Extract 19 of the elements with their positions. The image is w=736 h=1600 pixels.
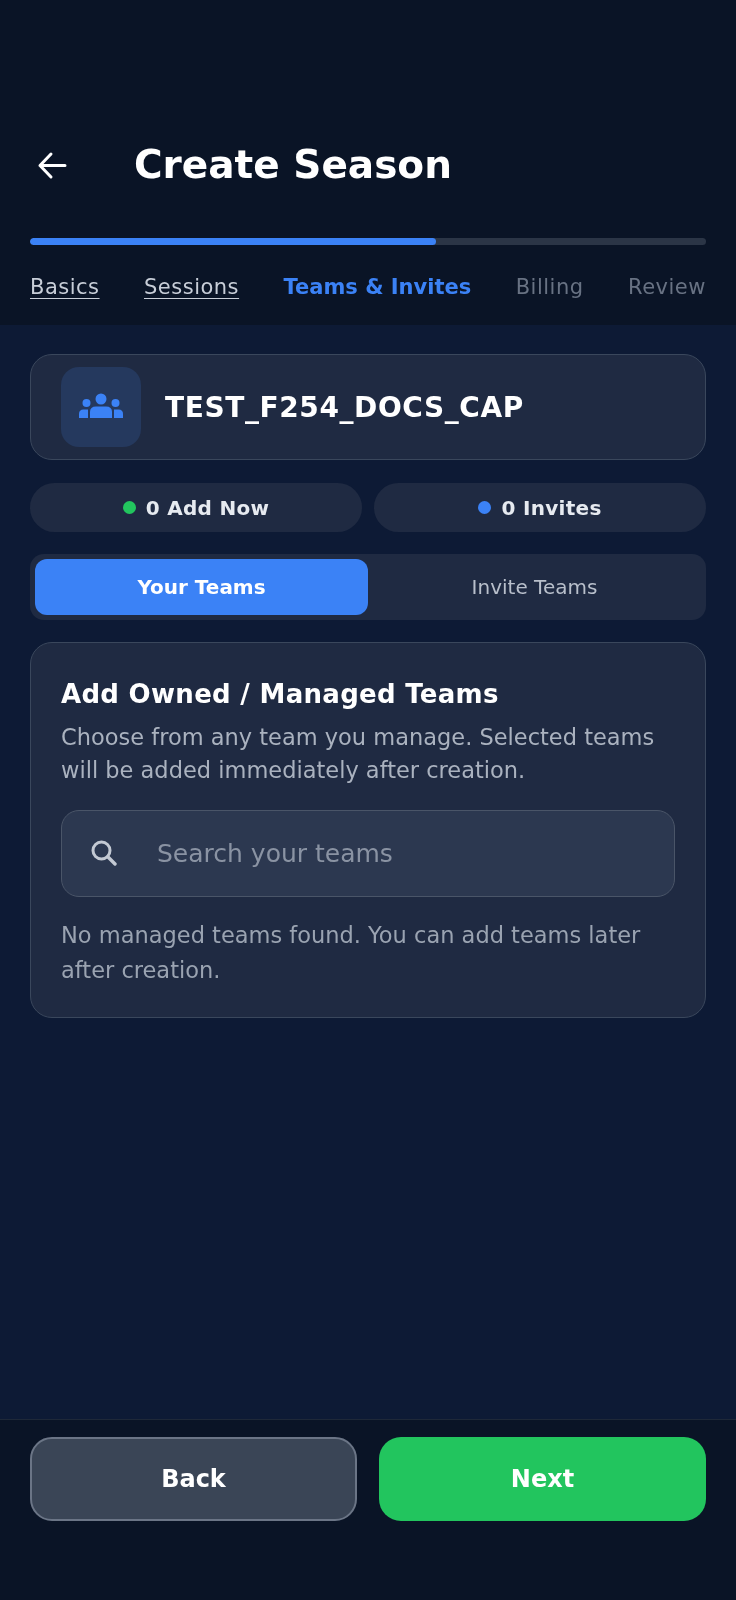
count-label: 0 Add Now — [145, 495, 270, 520]
step-tab[interactable]: Review — [628, 274, 706, 300]
step-tab[interactable]: Sessions — [144, 274, 240, 300]
panel-description: Choose from any team you manage. Selected teams will be added immediately after creation. — [61, 723, 656, 785]
people-icon — [61, 367, 141, 447]
search-field[interactable]: Search your teams — [61, 810, 675, 897]
back-arrow-icon[interactable] — [37, 150, 67, 180]
team-name: TEST_F254_DOCS_CAP — [165, 390, 524, 424]
empty-message: No managed teams found. You can add teams later after creation. — [61, 921, 642, 985]
step-tab[interactable]: Teams & Invites — [283, 274, 472, 300]
page-title: Create Season — [134, 141, 452, 189]
segment-tab[interactable]: Invite Teams — [368, 559, 701, 615]
search-icon — [91, 840, 117, 866]
step-tab[interactable]: Billing — [515, 274, 584, 300]
back-button[interactable]: Back — [30, 1437, 357, 1521]
panel-title: Add Owned / Managed Teams — [61, 678, 500, 710]
step-tab[interactable]: Basics — [30, 274, 100, 300]
count-label: 0 Invites — [501, 495, 602, 520]
segment-tab[interactable]: Your Teams — [35, 559, 368, 615]
